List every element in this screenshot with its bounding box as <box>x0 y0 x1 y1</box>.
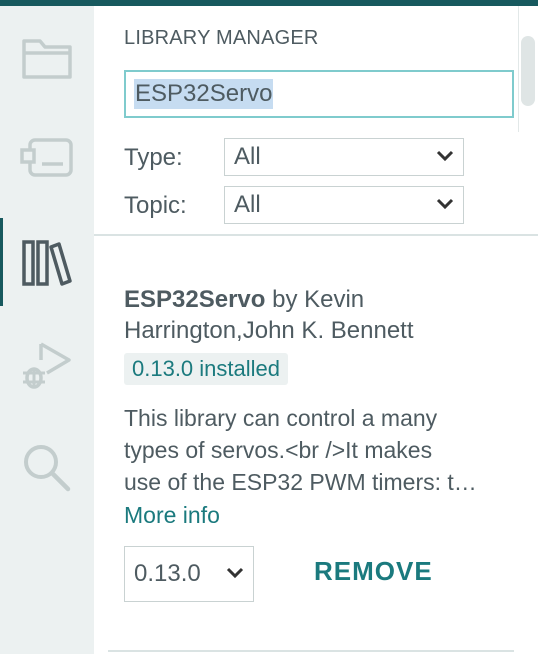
library-item-header: ESP32Servo by Kevin Harrington,John K. B… <box>124 284 504 346</box>
board-icon <box>20 138 73 177</box>
chevron-down-icon <box>436 198 454 210</box>
folder-icon <box>22 39 72 79</box>
search-icon <box>24 445 71 492</box>
topic-filter-value: All <box>234 191 261 218</box>
description-line: This library can control a many <box>124 405 438 431</box>
sketchbook-button[interactable] <box>0 14 94 102</box>
scrollbar-thumb[interactable] <box>521 36 535 106</box>
library-authors: Harrington,John K. Bennett <box>124 317 414 344</box>
version-select[interactable]: 0.13.0 <box>124 546 254 602</box>
divider <box>94 234 538 236</box>
activity-bar <box>0 6 94 654</box>
description-line: use of the ESP32 PWM timers: t… <box>124 469 477 495</box>
search-input-value: ESP32Servo <box>134 79 274 109</box>
library-by-text: by Kevin <box>272 286 365 313</box>
description-line: types of servos.<br />It makes <box>124 437 433 463</box>
library-manager-button[interactable] <box>0 218 94 306</box>
boards-manager-button[interactable] <box>0 114 94 202</box>
library-name: ESP32Servo <box>124 286 266 313</box>
debug-button[interactable] <box>0 322 94 410</box>
chevron-down-icon <box>226 567 244 579</box>
remove-button[interactable]: REMOVE <box>314 556 433 587</box>
search-button[interactable] <box>0 424 94 512</box>
topic-filter-select[interactable]: All <box>224 186 464 224</box>
type-filter-label: Type: <box>124 144 183 171</box>
more-info-link[interactable]: More info <box>124 502 220 529</box>
library-search-input[interactable]: ESP32Servo <box>124 70 514 118</box>
library-description: This library can control a many types of… <box>124 402 504 498</box>
panel-title: LIBRARY MANAGER <box>124 27 319 49</box>
debug-icon <box>23 342 71 389</box>
type-filter-select[interactable]: All <box>224 138 464 176</box>
installed-version-badge: 0.13.0 installed <box>124 353 288 385</box>
library-icon <box>22 240 72 286</box>
topic-filter-label: Topic: <box>124 192 187 219</box>
library-manager-panel: LIBRARY MANAGER ESP32Servo Type: All Top… <box>94 6 538 654</box>
chevron-down-icon <box>436 150 454 162</box>
divider <box>108 650 514 652</box>
type-filter-value: All <box>234 143 261 170</box>
version-select-value: 0.13.0 <box>134 560 201 587</box>
